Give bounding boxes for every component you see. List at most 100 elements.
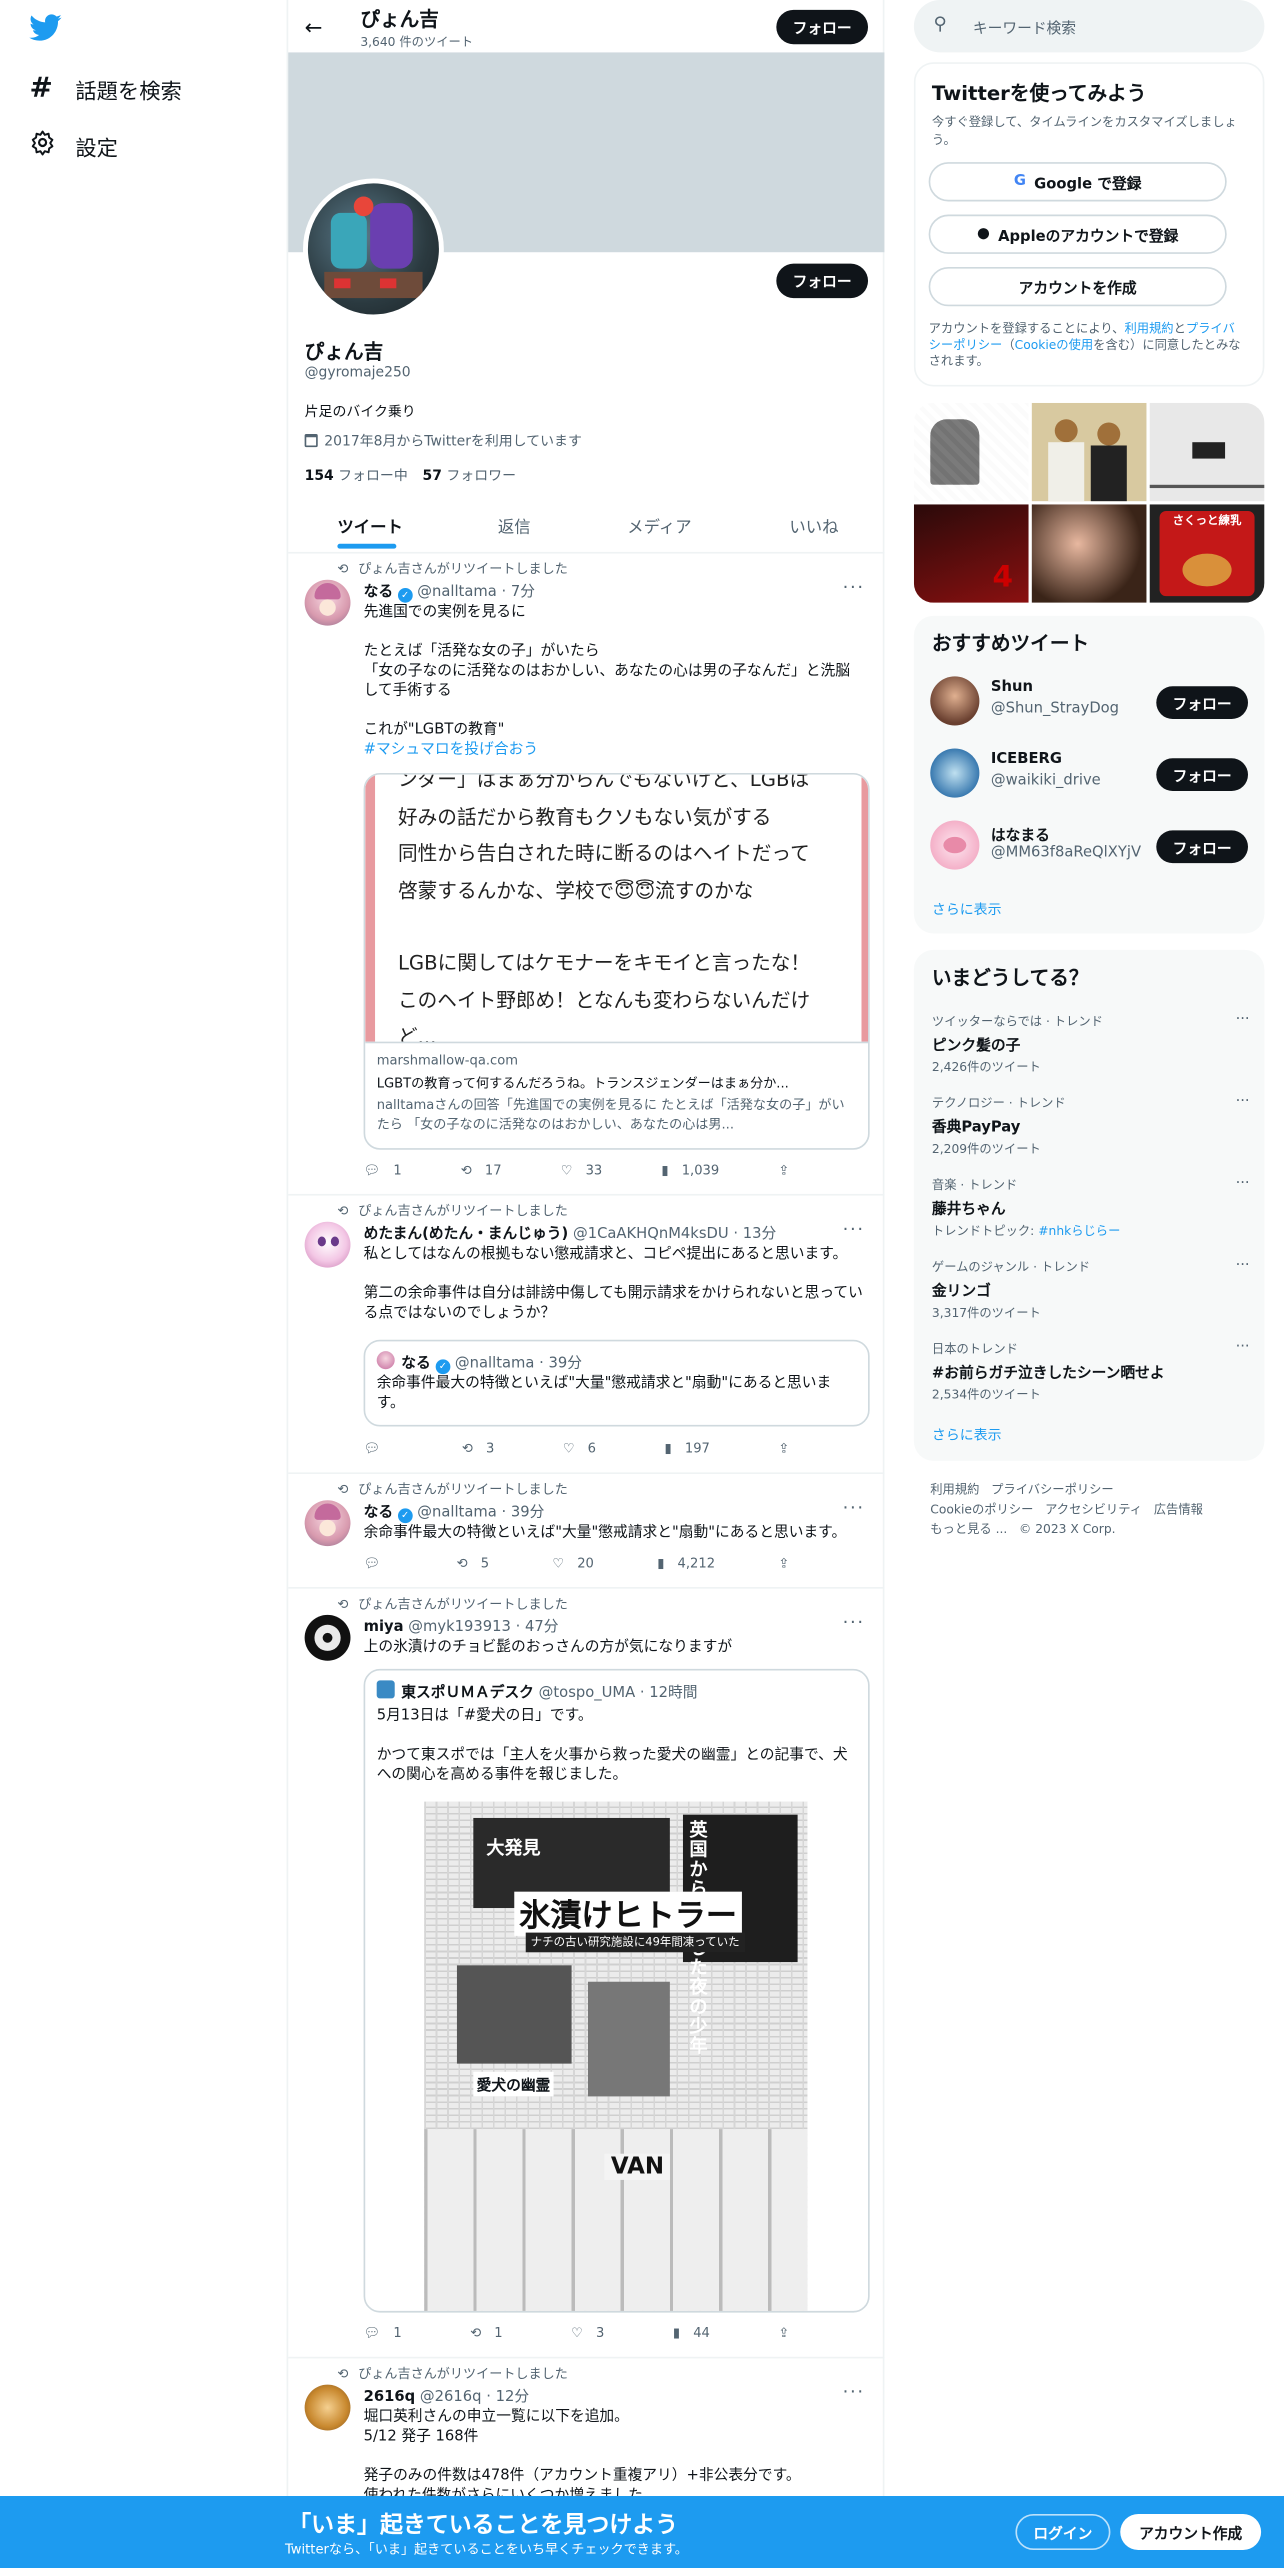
reply-button[interactable]: 💬︎ 1	[364, 1163, 402, 1178]
nav-explore[interactable]: # 話題を検索	[29, 72, 181, 105]
tab-likes[interactable]: いいね	[789, 513, 838, 537]
tab-media[interactable]: メディア	[627, 513, 691, 537]
suggested-user[interactable]: Shun @Shun_StrayDog フォロー	[930, 676, 1249, 732]
following-link[interactable]: 154 フォロー中	[305, 465, 408, 484]
nav-settings[interactable]: 設定	[29, 129, 118, 162]
views-button[interactable]: ▮ 197	[665, 1441, 710, 1456]
more-icon[interactable]: ···	[1236, 1340, 1250, 1356]
share-button[interactable]: ⇪	[778, 1556, 789, 1571]
suggested-user[interactable]: ICEBERG @waikiki_drive フォロー	[930, 748, 1249, 804]
trend-topic-link[interactable]: #nhkらじらー	[1038, 1223, 1120, 1238]
author-handle[interactable]: @2616q	[420, 2390, 482, 2406]
media-thumb-machine[interactable]	[1149, 402, 1265, 502]
twitter-logo-icon[interactable]	[29, 13, 62, 47]
tweet[interactable]: ⟲ ぴょん吉さんがリツイートしました めたまん(めたん・まんじゅう) @1CaAK…	[288, 1196, 885, 1475]
suggested-follow-button[interactable]: フォロー	[1156, 830, 1249, 864]
author-name[interactable]: めたまん(めたん・まんじゅう)	[364, 1227, 569, 1243]
share-button[interactable]: ⇪	[778, 2326, 789, 2341]
author-name[interactable]: 2616q	[364, 2390, 416, 2406]
trend-item[interactable]: ゲームのジャンル · トレンド 金リンゴ 3,317件のツイート ···	[932, 1258, 1250, 1322]
retweet-button[interactable]: ⟲ 17	[461, 1163, 502, 1178]
views-button[interactable]: ▮ 4,212	[657, 1556, 715, 1571]
suggested-show-more[interactable]: さらに表示	[932, 899, 1002, 918]
like-button[interactable]: ♡ 33	[561, 1163, 603, 1178]
trend-item[interactable]: 音楽 · トレンド 藤井ちゃん トレンドトピック: #nhkらじらー ···	[932, 1176, 1250, 1240]
reply-button[interactable]: 💬︎ 1	[364, 2326, 402, 2341]
author-handle[interactable]: @myk193913	[408, 1620, 511, 1636]
retweet-button[interactable]: ⟲ 1	[470, 2326, 502, 2341]
more-icon[interactable]: ···	[1236, 1094, 1250, 1110]
search-placeholder[interactable]: キーワード検索	[973, 16, 1076, 37]
tweet-time[interactable]: · 47分	[516, 1620, 559, 1636]
tweet[interactable]: ⟲ ぴょん吉さんがリツイートしました なる ✓ @nalltama · 39分 ·…	[288, 1474, 885, 1589]
share-button[interactable]: ⇪	[778, 1163, 789, 1178]
trend-item[interactable]: ツイッターならでは · トレンド ピンク髪の子 2,426件のツイート ···	[932, 1012, 1250, 1076]
quoted-tweet[interactable]: なる ✓ @nalltama · 39分 余命事件最大の特徴といえば"大量"懲戒…	[363, 1339, 870, 1427]
search-box[interactable]: ⚲ キーワード検索	[913, 0, 1265, 53]
tab-replies[interactable]: 返信	[498, 513, 531, 537]
cookie-link[interactable]: Cookieの使用	[1015, 337, 1094, 352]
profile-avatar[interactable]	[302, 178, 444, 320]
avatar[interactable]	[304, 1500, 351, 1547]
more-icon[interactable]: ···	[1236, 1176, 1250, 1192]
trend-item[interactable]: 日本のトレンド #お前らガチ泣きしたシーン晒せよ 2,534件のツイート ···	[932, 1340, 1250, 1404]
avatar[interactable]	[304, 2384, 351, 2431]
suggested-user[interactable]: はなまる @MM63f8aReQlXYjV フォロー	[930, 820, 1249, 877]
trends-show-more[interactable]: さらに表示	[932, 1425, 1002, 1444]
footer-link[interactable]: アクセシビリティ	[1045, 1502, 1142, 1517]
like-button[interactable]: ♡ 6	[563, 1441, 596, 1456]
tab-tweets[interactable]: ツイート	[337, 513, 403, 537]
link-card[interactable]: ンダー」はまぁ分からんでもないけど、LGBは 好みの話だから教育もクソもない気が…	[363, 773, 870, 1150]
author-name[interactable]: miya	[364, 1620, 404, 1636]
media-thumb-snack[interactable]: さくっと練乳	[1149, 504, 1265, 603]
media-thumb-manga[interactable]	[913, 402, 1029, 502]
avatar[interactable]	[304, 1221, 351, 1268]
retweet-button[interactable]: ⟲ 5	[457, 1556, 489, 1571]
avatar[interactable]	[304, 579, 351, 626]
banner-signup-button[interactable]: アカウント作成	[1120, 2514, 1262, 2551]
like-button[interactable]: ♡ 3	[571, 2326, 604, 2341]
banner-login-button[interactable]: ログイン	[1015, 2514, 1111, 2551]
views-button[interactable]: ▮ 44	[673, 2326, 710, 2341]
more-icon[interactable]: ···	[843, 1612, 865, 1633]
tweet-time[interactable]: · 13分	[733, 1227, 776, 1243]
suggested-follow-button[interactable]: フォロー	[1156, 686, 1249, 719]
tweet-time[interactable]: · 12分	[486, 2390, 529, 2406]
google-signup-button[interactable]: G Google で登録	[928, 162, 1227, 202]
retweet-button[interactable]: ⟲ 3	[462, 1441, 494, 1456]
more-icon[interactable]: ···	[843, 1497, 865, 1518]
profile-follow-button[interactable]: フォロー	[776, 263, 869, 299]
tweet[interactable]: ⟲ ぴょん吉さんがリツイートしました miya @myk193913 · 47分 …	[288, 1589, 885, 2359]
footer-link[interactable]: プライバシーポリシー	[991, 1482, 1114, 1497]
followers-link[interactable]: 57 フォロワー	[423, 465, 516, 484]
back-arrow-icon[interactable]: ←	[305, 16, 323, 41]
media-thumb-movie[interactable]: 4	[913, 504, 1029, 603]
footer-link[interactable]: 広告情報	[1154, 1502, 1203, 1517]
author-handle[interactable]: @nalltama	[417, 585, 497, 601]
header-follow-button[interactable]: フォロー	[776, 9, 869, 45]
newspaper-image[interactable]: 大発見 英国から生還した夜の少年 氷漬けヒトラー ナチの古い研究施設に49年間凍…	[424, 1801, 808, 2311]
reply-button[interactable]: 💬︎	[364, 1441, 394, 1456]
media-thumb-comedians[interactable]	[1031, 402, 1147, 502]
media-thumb-woman[interactable]	[1031, 504, 1147, 603]
footer-link[interactable]: 利用規約	[930, 1482, 979, 1497]
author-handle[interactable]: @1CaAKHQnM4ksDU	[573, 1227, 729, 1243]
hashtag-link[interactable]: #マシュマロを投げ合おう	[364, 740, 864, 760]
suggested-follow-button[interactable]: フォロー	[1156, 758, 1249, 792]
share-button[interactable]: ⇪	[778, 1441, 789, 1456]
terms-link[interactable]: 利用規約	[1124, 321, 1173, 336]
more-icon[interactable]: ···	[1236, 1012, 1250, 1028]
quoted-tweet[interactable]: 東スポＵＭＡデスク @tospo_UMA · 12時間 5月13日は「#愛犬の日…	[363, 1668, 870, 2313]
apple-signup-button[interactable]: ● Appleのアカウントで登録	[928, 214, 1227, 254]
footer-link[interactable]: Cookieのポリシー	[930, 1502, 1033, 1517]
more-icon[interactable]: ···	[843, 1219, 865, 1240]
avatar[interactable]	[304, 1614, 351, 1661]
reply-button[interactable]: 💬︎	[364, 1556, 394, 1571]
like-button[interactable]: ♡ 20	[552, 1556, 594, 1571]
trend-item[interactable]: テクノロジー · トレンド 香典PayPay 2,209件のツイート ···	[932, 1094, 1250, 1158]
create-account-button[interactable]: アカウントを作成	[928, 266, 1227, 307]
tweet[interactable]: ⟲ ぴょん吉さんがリツイートしました なる ✓ @nalltama · 7分 ··…	[288, 554, 885, 1196]
more-icon[interactable]: ···	[843, 2381, 865, 2402]
more-icon[interactable]: ···	[843, 577, 865, 598]
author-name[interactable]: なる	[364, 1505, 394, 1521]
